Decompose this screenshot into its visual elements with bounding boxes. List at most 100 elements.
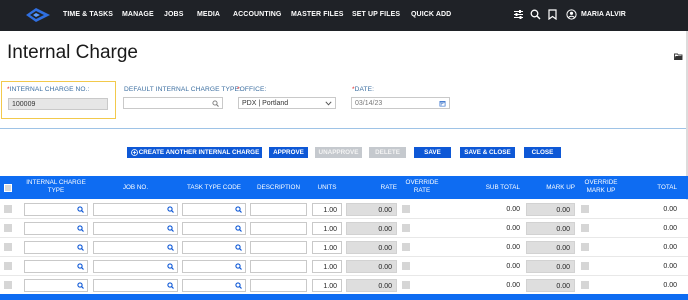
- units-input[interactable]: 1.00: [312, 260, 342, 273]
- search-icon[interactable]: [77, 206, 84, 213]
- nav-item-media[interactable]: MEDIA: [197, 11, 220, 18]
- search-icon[interactable]: [235, 282, 242, 289]
- total-value: 0.00: [663, 263, 677, 270]
- save-button[interactable]: SAVE: [414, 147, 451, 158]
- task-type-input[interactable]: [182, 241, 246, 254]
- col-header-task[interactable]: TASK TYPE CODE: [182, 184, 246, 192]
- row-checkbox[interactable]: [4, 224, 12, 232]
- search-icon[interactable]: [77, 282, 84, 289]
- job-no-input[interactable]: [93, 241, 178, 254]
- default-type-input[interactable]: [123, 97, 223, 109]
- row-checkbox[interactable]: [4, 243, 12, 251]
- charge-type-input[interactable]: [24, 260, 88, 273]
- charge-type-input[interactable]: [24, 203, 88, 216]
- search-icon[interactable]: [530, 9, 541, 20]
- job-no-input[interactable]: [93, 279, 178, 292]
- override-markup-checkbox[interactable]: [581, 262, 589, 270]
- description-input[interactable]: [250, 260, 307, 273]
- bookmark-icon[interactable]: [548, 9, 557, 20]
- units-input[interactable]: 1.00: [312, 241, 342, 254]
- col-header-subtotal[interactable]: SUB TOTAL: [457, 184, 520, 192]
- row-checkbox[interactable]: [4, 205, 12, 213]
- override-markup-checkbox[interactable]: [581, 224, 589, 232]
- units-input[interactable]: 1.00: [312, 203, 342, 216]
- task-type-input[interactable]: [182, 279, 246, 292]
- col-header-type[interactable]: INTERNAL CHARGE TYPE: [24, 179, 88, 195]
- select-all-checkbox[interactable]: [4, 184, 12, 192]
- task-type-input[interactable]: [182, 203, 246, 216]
- user-icon[interactable]: [566, 9, 577, 20]
- col-header-job[interactable]: JOB NO.: [93, 184, 178, 192]
- col-header-total[interactable]: TOTAL: [630, 184, 677, 192]
- charge-no-input[interactable]: 100009: [8, 98, 108, 110]
- override-rate-checkbox[interactable]: [402, 281, 410, 289]
- search-icon[interactable]: [167, 244, 174, 251]
- calendar-icon[interactable]: [439, 100, 446, 107]
- date-input[interactable]: 03/14/23: [351, 97, 450, 109]
- nav-item-manage[interactable]: MANAGE: [122, 11, 154, 18]
- nav-item-set-up-files[interactable]: SET UP FILES: [352, 11, 400, 18]
- approve-button[interactable]: APPROVE: [269, 147, 308, 158]
- col-header-override-rate[interactable]: OVERRIDE RATE: [400, 179, 444, 195]
- table-row: 1.00 0.00 0.00 0.00 0.00: [0, 200, 688, 219]
- col-header-markup[interactable]: MARK UP: [526, 184, 575, 192]
- markup-value: 0.00: [526, 203, 575, 216]
- col-header-rate[interactable]: RATE: [346, 184, 397, 192]
- close-button[interactable]: CLOSE: [524, 147, 561, 158]
- description-input[interactable]: [250, 279, 307, 292]
- override-rate-checkbox[interactable]: [402, 205, 410, 213]
- sliders-icon[interactable]: [513, 9, 524, 20]
- search-icon[interactable]: [235, 206, 242, 213]
- override-markup-checkbox[interactable]: [581, 243, 589, 251]
- charge-type-input[interactable]: [24, 241, 88, 254]
- nav-item-master-files[interactable]: MASTER FILES: [291, 11, 344, 18]
- nav-item-jobs[interactable]: JOBS: [164, 11, 183, 18]
- description-input[interactable]: [250, 241, 307, 254]
- search-icon[interactable]: [77, 263, 84, 270]
- task-type-input[interactable]: [182, 222, 246, 235]
- col-header-description[interactable]: DESCRIPTION: [250, 184, 307, 192]
- search-icon[interactable]: [167, 282, 174, 289]
- nav-item-time-tasks[interactable]: TIME & TASKS: [63, 11, 113, 18]
- override-rate-checkbox[interactable]: [402, 243, 410, 251]
- units-input[interactable]: 1.00: [312, 222, 342, 235]
- override-rate-checkbox[interactable]: [402, 262, 410, 270]
- override-rate-checkbox[interactable]: [402, 224, 410, 232]
- job-no-input[interactable]: [93, 222, 178, 235]
- search-icon[interactable]: [77, 244, 84, 251]
- office-select[interactable]: PDX | Portland: [238, 97, 336, 109]
- user-name[interactable]: MARIA ALVIR: [581, 11, 626, 18]
- search-icon[interactable]: [167, 225, 174, 232]
- nav-item-accounting[interactable]: ACCOUNTING: [233, 11, 281, 18]
- task-type-input[interactable]: [182, 260, 246, 273]
- row-checkbox[interactable]: [4, 262, 12, 270]
- logo-icon[interactable]: [24, 7, 52, 23]
- row-checkbox[interactable]: [4, 281, 12, 289]
- col-header-override-markup[interactable]: OVERRIDE MARK UP: [579, 179, 623, 195]
- charge-type-input[interactable]: [24, 222, 88, 235]
- units-input[interactable]: 1.00: [312, 279, 342, 292]
- search-icon[interactable]: [235, 263, 242, 270]
- search-icon[interactable]: [235, 225, 242, 232]
- search-icon[interactable]: [167, 263, 174, 270]
- description-input[interactable]: [250, 222, 307, 235]
- search-icon[interactable]: [77, 225, 84, 232]
- total-value: 0.00: [663, 225, 677, 232]
- col-header-units[interactable]: UNITS: [312, 184, 342, 192]
- charge-type-input[interactable]: [24, 279, 88, 292]
- nav-item-quick-add[interactable]: QUICK ADD: [411, 11, 451, 18]
- override-markup-checkbox[interactable]: [581, 205, 589, 213]
- unapprove-button[interactable]: UNAPPROVE: [315, 147, 362, 158]
- description-input[interactable]: [250, 203, 307, 216]
- page: TIME & TASKS MANAGE JOBS MEDIA ACCOUNTIN…: [0, 0, 688, 300]
- override-markup-checkbox[interactable]: [581, 281, 589, 289]
- search-icon[interactable]: [167, 206, 174, 213]
- search-icon[interactable]: [235, 244, 242, 251]
- folder-open-icon[interactable]: [674, 53, 683, 60]
- save-close-button[interactable]: SAVE & CLOSE: [460, 147, 515, 158]
- create-another-button[interactable]: CREATE ANOTHER INTERNAL CHARGE: [127, 147, 262, 158]
- search-icon[interactable]: [212, 100, 219, 107]
- delete-button[interactable]: DELETE: [369, 147, 406, 158]
- job-no-input[interactable]: [93, 260, 178, 273]
- job-no-input[interactable]: [93, 203, 178, 216]
